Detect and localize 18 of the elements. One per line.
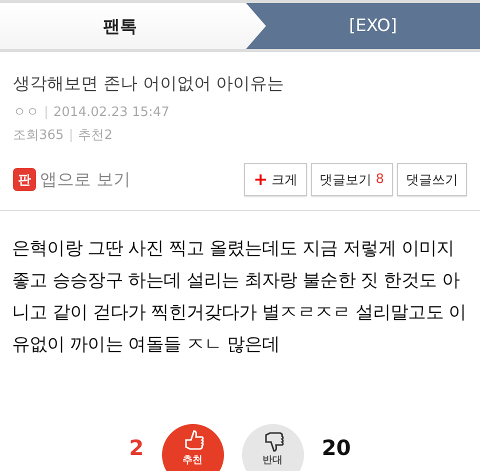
app-link[interactable]: 판 앱으로 보기 bbox=[13, 168, 130, 191]
upvote-button[interactable]: 추천 bbox=[162, 424, 224, 471]
author: ㅇㅇ bbox=[13, 104, 39, 122]
toolbar-button[interactable]: 댓글쓰기 bbox=[397, 163, 467, 196]
recommend-count: 추천2 bbox=[78, 127, 112, 145]
tab[interactable]: 팬톡 bbox=[0, 3, 266, 49]
post-body-text: 은혁이랑 그딴 사진 찍고 올렸는데도 지금 저렇게 이미지 좋고 승승장구 하는데 설리는 최자랑 불순한 짓 한것도 아니고 같이 걷다가 찍힌거갖다가 별ㅈㄹㅈㄹ 설리말고도 이유없이 까이는 여돌들 ㅈㄴ 많은데 bbox=[12, 237, 468, 357]
app-icon: 판 bbox=[13, 168, 36, 191]
post-title: 생각해보면 존나 어이없어 아이유는 bbox=[13, 73, 286, 95]
downvote-count: 20 bbox=[322, 436, 351, 460]
toolbar-button[interactable]: 댓글보기 8 bbox=[310, 163, 393, 196]
toolbar-button[interactable]: + 크게 bbox=[244, 163, 307, 196]
separator: | bbox=[44, 104, 48, 122]
view-count: 조회365 bbox=[13, 127, 64, 145]
separator: | bbox=[68, 127, 74, 145]
post-date: 2014.02.23 15:47 bbox=[53, 104, 170, 122]
downvote-button[interactable]: 반대 bbox=[242, 424, 304, 471]
upvote-count: 2 bbox=[129, 436, 144, 460]
